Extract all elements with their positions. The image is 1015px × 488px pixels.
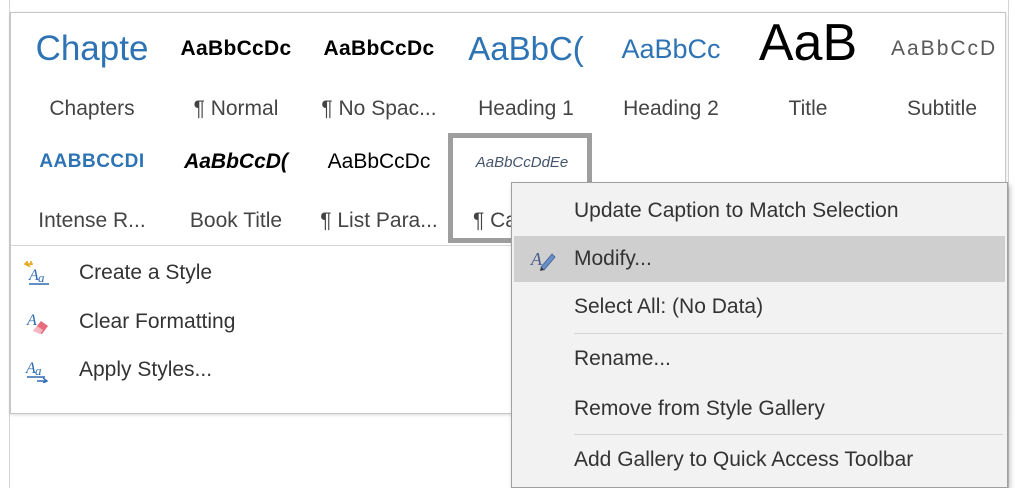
menu-item-label: Remove from Style Gallery	[574, 397, 825, 420]
style-preview: AaBbC(	[468, 30, 584, 67]
menu-item-select-all[interactable]: Select All: (No Data)	[514, 284, 1005, 330]
apply-styles-icon: A a	[19, 357, 57, 383]
menu-item-label: Add Gallery to Quick Access Toolbar	[574, 448, 914, 471]
apply-styles-command[interactable]: A a Apply Styles...	[19, 350, 212, 390]
style-preview: Chapte	[35, 29, 149, 68]
style-heading-1[interactable]: AaBbC( Heading 1	[453, 13, 599, 133]
style-label: Heading 1	[478, 97, 574, 120]
menu-item-label: Update Caption to Match Selection	[574, 199, 899, 222]
style-label: Title	[788, 97, 828, 120]
menu-item-add-to-quick-access[interactable]: Add Gallery to Quick Access Toolbar	[514, 437, 1005, 483]
menu-item-label: Modify...	[574, 247, 652, 270]
style-label: Chapters	[49, 97, 135, 120]
modify-pen-icon: A	[514, 236, 574, 282]
style-book-title[interactable]: AaBbCcD( Book Title	[166, 135, 306, 243]
style-preview: AaBbCcD(	[184, 150, 288, 173]
style-label: Heading 2	[623, 97, 719, 120]
svg-text:a: a	[35, 363, 42, 378]
style-label: ¶ No Spac...	[321, 97, 437, 120]
svg-text:A: A	[530, 249, 543, 269]
menu-separator	[574, 434, 1003, 435]
create-style-label: Create a Style	[79, 261, 213, 284]
create-style-icon: A a	[19, 260, 57, 286]
menu-item-rename[interactable]: Rename...	[514, 336, 1005, 382]
menu-separator	[574, 333, 1003, 334]
menu-item-modify[interactable]: A Modify...	[514, 236, 1005, 282]
style-preview: AaB	[758, 17, 858, 69]
style-context-menu: Update Caption to Match Selection A Modi…	[511, 182, 1008, 488]
style-preview: AaBbCc	[621, 33, 721, 64]
style-label: ¶ Normal	[193, 97, 279, 120]
style-no-spacing[interactable]: AaBbCcDc ¶ No Spac...	[309, 13, 449, 133]
style-label: Intense R...	[38, 209, 146, 232]
eraser-icon: A	[19, 309, 57, 335]
menu-item-update-caption[interactable]: Update Caption to Match Selection	[514, 188, 1005, 234]
style-normal[interactable]: AaBbCcDc ¶ Normal	[166, 13, 306, 133]
svg-text:A: A	[26, 312, 37, 329]
style-title[interactable]: AaB Title	[743, 13, 873, 133]
menu-item-label: Select All: (No Data)	[574, 295, 764, 318]
style-subtitle[interactable]: AaBbCcD Subtitle	[879, 13, 1005, 133]
document-left-edge	[0, 0, 10, 488]
style-label: ¶ List Para...	[320, 209, 438, 232]
style-chapters[interactable]: Chapte Chapters	[17, 13, 167, 133]
style-intense-reference[interactable]: AABBCCDI Intense R...	[17, 135, 167, 243]
style-preview: AaBbCcDc	[323, 37, 435, 60]
create-style-command[interactable]: A a Create a Style	[19, 253, 212, 293]
apply-styles-label: Apply Styles...	[79, 358, 213, 381]
style-preview: AABBCCDI	[39, 151, 145, 172]
menu-item-label: Rename...	[574, 347, 671, 370]
style-label: Subtitle	[906, 97, 978, 120]
style-preview: AaBbCcDc	[327, 150, 431, 173]
style-label: Book Title	[189, 209, 283, 232]
style-preview: AaBbCcD	[891, 37, 998, 60]
menu-item-remove-from-gallery[interactable]: Remove from Style Gallery	[514, 386, 1005, 432]
style-heading-2[interactable]: AaBbCc Heading 2	[601, 13, 741, 133]
svg-text:a: a	[38, 270, 45, 285]
clear-formatting-label: Clear Formatting	[79, 310, 236, 333]
style-preview: AaBbCcDc	[180, 37, 292, 60]
clear-formatting-command[interactable]: A Clear Formatting	[19, 302, 235, 342]
document-right-edge	[1008, 0, 1015, 488]
style-list-paragraph[interactable]: AaBbCcDc ¶ List Para...	[309, 135, 449, 243]
